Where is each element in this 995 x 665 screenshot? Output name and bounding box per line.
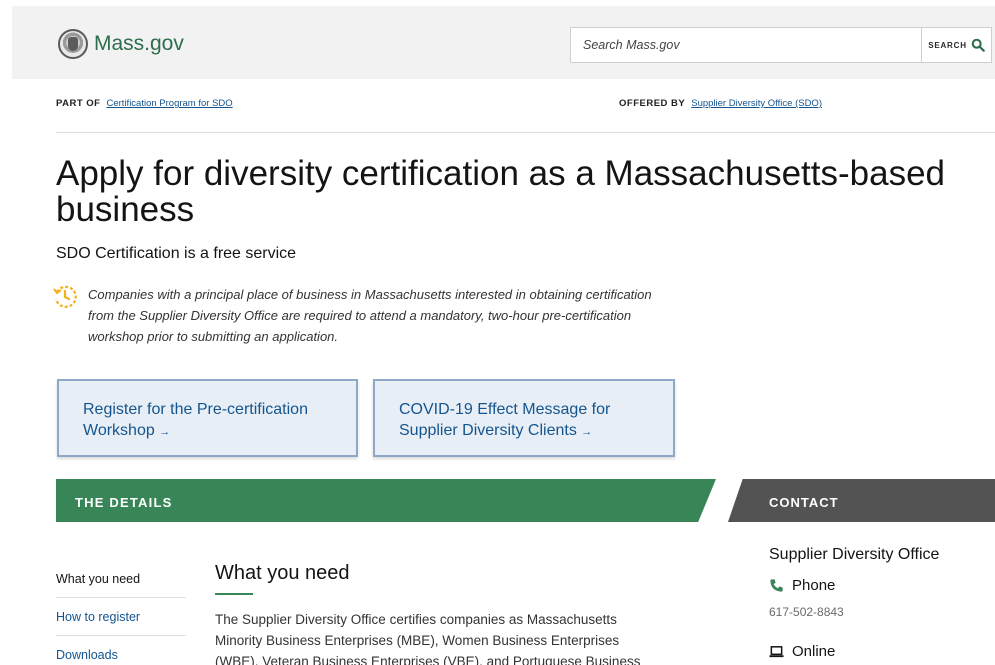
- contact-organization: Supplier Diversity Office: [769, 546, 940, 563]
- workshop-note: Companies with a principal place of busi…: [52, 284, 672, 347]
- logo-text: Mass.gov: [94, 32, 184, 55]
- offered-by: OFFERED BY Supplier Diversity Office (SDO…: [619, 98, 822, 109]
- contact-online: Online: [769, 643, 835, 660]
- phone-number[interactable]: 617-502-8843: [769, 605, 844, 619]
- laptop-icon: [769, 646, 784, 658]
- contact-phone: Phone: [769, 577, 835, 594]
- arrow-right-icon: →: [581, 426, 593, 438]
- search-button[interactable]: SEARCH: [921, 28, 991, 62]
- page-title: Apply for diversity certification as a M…: [56, 154, 945, 229]
- state-seal-icon: [58, 29, 88, 59]
- register-workshop-button[interactable]: Register for the Pre-certification Works…: [57, 379, 358, 457]
- part-of: PART OF Certification Program for SDO: [56, 98, 233, 109]
- header-divider: [56, 132, 995, 133]
- site-header: Mass.gov SEARCH: [12, 6, 995, 79]
- search-bar: SEARCH: [570, 27, 992, 63]
- part-of-label: PART OF: [56, 98, 101, 109]
- side-nav-how-to-register[interactable]: How to register: [56, 598, 186, 636]
- page-subtitle: SDO Certification is a free service: [56, 245, 297, 262]
- mass-gov-logo[interactable]: Mass.gov: [58, 29, 184, 59]
- arrow-right-icon: →: [159, 426, 171, 438]
- section-body: The Supplier Diversity Office certifies …: [215, 612, 641, 665]
- section-heading: What you need: [215, 562, 350, 584]
- details-side-nav: What you need How to register Downloads: [56, 560, 186, 665]
- part-of-link[interactable]: Certification Program for SDO: [107, 98, 233, 109]
- offered-by-link[interactable]: Supplier Diversity Office (SDO): [691, 98, 822, 109]
- register-workshop-label: Register for the Pre-certification Works…: [83, 401, 308, 439]
- offered-by-label: OFFERED BY: [619, 98, 686, 109]
- phone-icon: [770, 579, 783, 592]
- search-input[interactable]: [571, 28, 921, 62]
- clock-history-icon: [53, 285, 77, 308]
- details-banner-label: THE DETAILS: [75, 495, 173, 510]
- covid-message-button[interactable]: COVID-19 Effect Message for Supplier Div…: [373, 379, 675, 457]
- phone-label: Phone: [792, 577, 836, 594]
- side-nav-what-you-need[interactable]: What you need: [56, 560, 186, 598]
- search-button-label: SEARCH: [928, 40, 967, 50]
- online-label: Online: [792, 643, 836, 660]
- contact-banner-label: CONTACT: [769, 495, 839, 510]
- covid-message-label: COVID-19 Effect Message for Supplier Div…: [399, 401, 611, 439]
- note-text: Companies with a principal place of busi…: [88, 287, 652, 344]
- search-icon: [971, 38, 985, 52]
- side-nav-downloads[interactable]: Downloads: [56, 636, 186, 665]
- section-underline: [215, 593, 253, 595]
